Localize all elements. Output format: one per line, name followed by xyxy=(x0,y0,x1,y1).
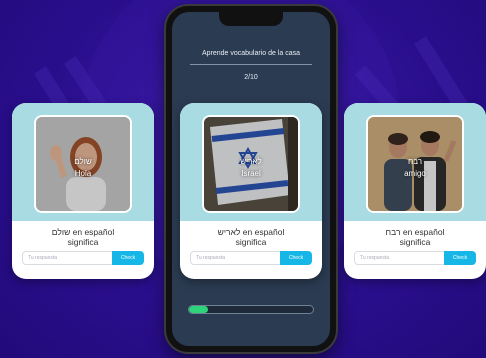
card-question: לאריש en español xyxy=(217,227,285,237)
card-word: לאריש xyxy=(240,157,262,166)
card-translation: amigo xyxy=(404,169,426,178)
progress-fill xyxy=(189,306,208,313)
card-translation: Hola xyxy=(74,169,92,178)
flashcard-israel: לאריש Israel לאריש en español significa … xyxy=(180,103,322,279)
photo-woman-waving: שולם Hola xyxy=(36,117,130,211)
card-question: רבח en español xyxy=(385,227,445,237)
answer-input[interactable]: Tu respuesta xyxy=(22,251,112,265)
check-button[interactable]: Check xyxy=(444,251,476,265)
check-button[interactable]: Check xyxy=(280,251,312,265)
question-counter: 2/10 xyxy=(244,74,258,81)
check-button[interactable]: Check xyxy=(112,251,144,265)
photo-two-friends: רבח amigo xyxy=(368,117,462,211)
flashcard-hola: שולם Hola שולם en español significa Tu r… xyxy=(12,103,154,279)
card-translation: Israel xyxy=(241,169,261,178)
card-question-suffix: significa xyxy=(399,237,431,247)
lesson-title: Aprende vocabulario de la casa xyxy=(201,50,301,57)
card-question-suffix: significa xyxy=(235,237,267,247)
phone-notch xyxy=(219,12,283,26)
answer-input[interactable]: Tu respuesta xyxy=(354,251,444,265)
card-word: רבח xyxy=(407,157,423,166)
progress-bar xyxy=(188,305,314,314)
card-question-suffix: significa xyxy=(67,237,99,247)
card-question: שולם en español xyxy=(51,227,115,237)
title-divider xyxy=(190,64,312,65)
photo-israel-flag: לאריש Israel xyxy=(204,117,298,211)
flashcard-amigo: רבח amigo רבח en español significa Tu re… xyxy=(344,103,486,279)
card-word: שולם xyxy=(74,157,92,166)
answer-input[interactable]: Tu respuesta xyxy=(190,251,280,265)
